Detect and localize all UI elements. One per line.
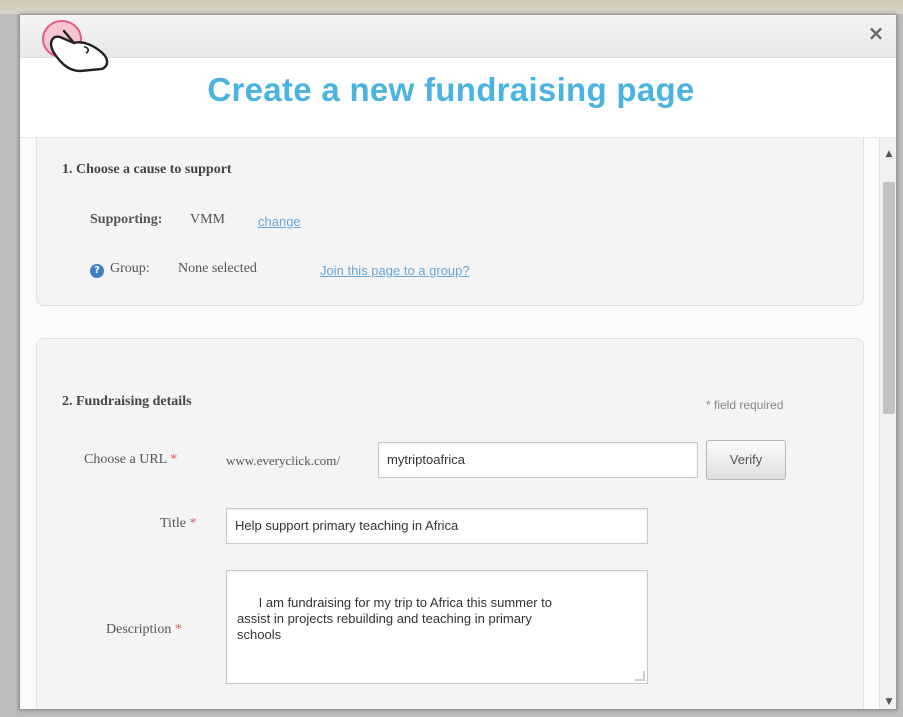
form-scroll-area[interactable]: 1. Choose a cause to support Supporting:… bbox=[20, 137, 896, 709]
scroll-down-arrow-icon[interactable]: ▼ bbox=[880, 694, 896, 709]
page-backdrop bbox=[0, 0, 903, 14]
cause-section-heading: 1. Choose a cause to support bbox=[62, 162, 232, 177]
close-icon[interactable]: × bbox=[864, 21, 888, 45]
join-group-link[interactable]: Join this page to a group? bbox=[320, 263, 470, 278]
url-prefix: www.everyclick.com/ bbox=[226, 453, 340, 468]
resize-handle[interactable] bbox=[635, 671, 645, 681]
dialog-title: Create a new fundraising page bbox=[207, 71, 695, 108]
url-label-text: Choose a URL bbox=[84, 452, 167, 467]
group-value: None selected bbox=[178, 261, 257, 276]
create-fundraising-page-dialog: × Create a new fundraising page 1. Choos… bbox=[19, 14, 897, 710]
supporting-value: VMM bbox=[190, 212, 226, 227]
fundraising-details-heading: 2. Fundraising details bbox=[62, 394, 192, 409]
url-label: Choose a URL * bbox=[84, 452, 177, 468]
url-input[interactable]: mytriptoafrica bbox=[378, 442, 698, 478]
scroll-up-arrow-icon[interactable]: ▲ bbox=[880, 146, 896, 162]
verify-button[interactable]: Verify bbox=[706, 440, 786, 480]
group-label: Group: bbox=[110, 261, 150, 276]
supporting-label: Supporting: bbox=[90, 212, 163, 227]
description-label-text: Description bbox=[106, 622, 172, 637]
vertical-scrollbar[interactable]: ▲ ▼ bbox=[879, 138, 896, 709]
title-label-text: Title bbox=[160, 516, 186, 531]
description-textarea[interactable]: I am fundraising for my trip to Africa t… bbox=[226, 570, 648, 684]
required-marker: * bbox=[189, 516, 197, 531]
title-input-value: Help support primary teaching in Africa bbox=[235, 518, 459, 533]
scroll-thumb[interactable] bbox=[883, 182, 895, 414]
url-input-value: mytriptoafrica bbox=[387, 452, 466, 467]
help-icon[interactable]: ? bbox=[90, 264, 104, 278]
description-text: I am fundraising for my trip to Africa t… bbox=[237, 595, 552, 642]
required-marker: * bbox=[174, 622, 182, 637]
description-label: Description * bbox=[106, 622, 182, 638]
title-label: Title * bbox=[160, 516, 196, 532]
required-marker: * bbox=[170, 452, 178, 467]
change-cause-link[interactable]: change bbox=[258, 214, 301, 229]
pointing-hand-logo-icon bbox=[42, 20, 109, 73]
required-field-note: * field required bbox=[706, 398, 784, 412]
title-input[interactable]: Help support primary teaching in Africa bbox=[226, 508, 648, 544]
dialog-top-bar: × bbox=[20, 15, 896, 58]
